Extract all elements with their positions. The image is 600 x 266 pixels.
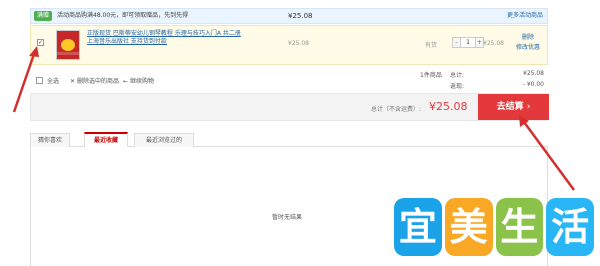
tab-recently-viewed[interactable]: 最近浏览过的	[134, 133, 194, 147]
tab-guess-you-like[interactable]: 猜你喜欢	[30, 133, 70, 147]
more-promo-items-link[interactable]: 更多活动商品	[507, 11, 543, 21]
item-unit-price: ¥25.08	[288, 40, 309, 47]
watermark-char: 美	[444, 198, 493, 256]
qty-decrease-button[interactable]: -	[452, 37, 461, 48]
summary-total-value: ¥25.08	[523, 70, 544, 77]
item-count: 1件商品	[420, 72, 442, 79]
delete-selected-label: 删除选中的商品	[76, 78, 119, 85]
promo-bar: 满赠 活动商品购满48.00元，即可领取赠品，先到先得 ¥25.08 更多活动商…	[30, 8, 548, 24]
delete-selected-link[interactable]: ✕ 删除选中的商品	[70, 76, 119, 85]
select-all-checkbox[interactable]	[36, 77, 43, 84]
promo-price: ¥25.08	[288, 12, 313, 20]
cart-actions-row: 全选 ✕ 删除选中的商品 ← 继续购物 1件商品 总计: ¥25.08 返现: …	[30, 66, 548, 92]
promo-badge: 满赠	[34, 11, 53, 21]
product-title-link[interactable]: 正版现货 巴斯蒂安幼儿钢琴教程 乐理与技巧入门A 共二册 上海音乐出版社 支持货…	[87, 30, 247, 46]
tab-recent-favorites[interactable]: 最近收藏	[84, 132, 128, 147]
promo-text: 活动商品购满48.00元，即可领取赠品，先到先得	[57, 12, 189, 19]
continue-shopping-label: 继续购物	[129, 78, 154, 85]
item-subtotal: ¥25.08	[483, 40, 504, 47]
summary-total-label: 总计:	[450, 72, 465, 79]
grand-total-label: 总计（不含运费）:	[371, 106, 422, 113]
item-operations: 删除 修改优惠	[516, 33, 540, 53]
thumbnail-graphic	[61, 39, 75, 51]
close-icon: ✕	[70, 78, 77, 85]
empty-result-text: 暂时无结果	[272, 214, 303, 221]
product-thumbnail[interactable]	[56, 30, 80, 60]
watermark-logo: 宜 美 生 活	[394, 198, 594, 258]
checkout-button[interactable]: 去结算 ›	[478, 94, 549, 120]
item-checkbox[interactable]: ✓	[37, 39, 44, 46]
summary-return-value: - ¥0.00	[522, 81, 544, 88]
continue-shopping-link[interactable]: ← 继续购物	[123, 76, 154, 85]
arrow-left-icon: ←	[123, 78, 130, 85]
cart-item-row: ✓ 正版现货 巴斯蒂安幼儿钢琴教程 乐理与技巧入门A 共二册 上海音乐出版社 支…	[30, 25, 548, 65]
summary-return-label: 返现:	[450, 83, 465, 90]
item-stock-status: 有货	[425, 42, 438, 49]
qty-input[interactable]: 1	[461, 37, 475, 48]
watermark-char: 宜	[394, 198, 442, 256]
watermark-char: 生	[495, 198, 544, 256]
watermark-char: 活	[546, 198, 594, 256]
total-bar: 总计（不含运费）: ¥25.08 去结算 ›	[30, 93, 549, 121]
quantity-stepper: - 1 +	[452, 37, 484, 48]
thumbnail-stripe	[57, 52, 79, 55]
change-promo-link[interactable]: 修改优惠	[516, 43, 540, 53]
select-all-label[interactable]: 全选	[47, 76, 59, 85]
recommendation-tabs: 猜你喜欢 最近收藏 最近浏览过的	[30, 132, 548, 147]
grand-total-value: ¥25.08	[429, 100, 468, 113]
delete-item-link[interactable]: 删除	[516, 33, 540, 43]
